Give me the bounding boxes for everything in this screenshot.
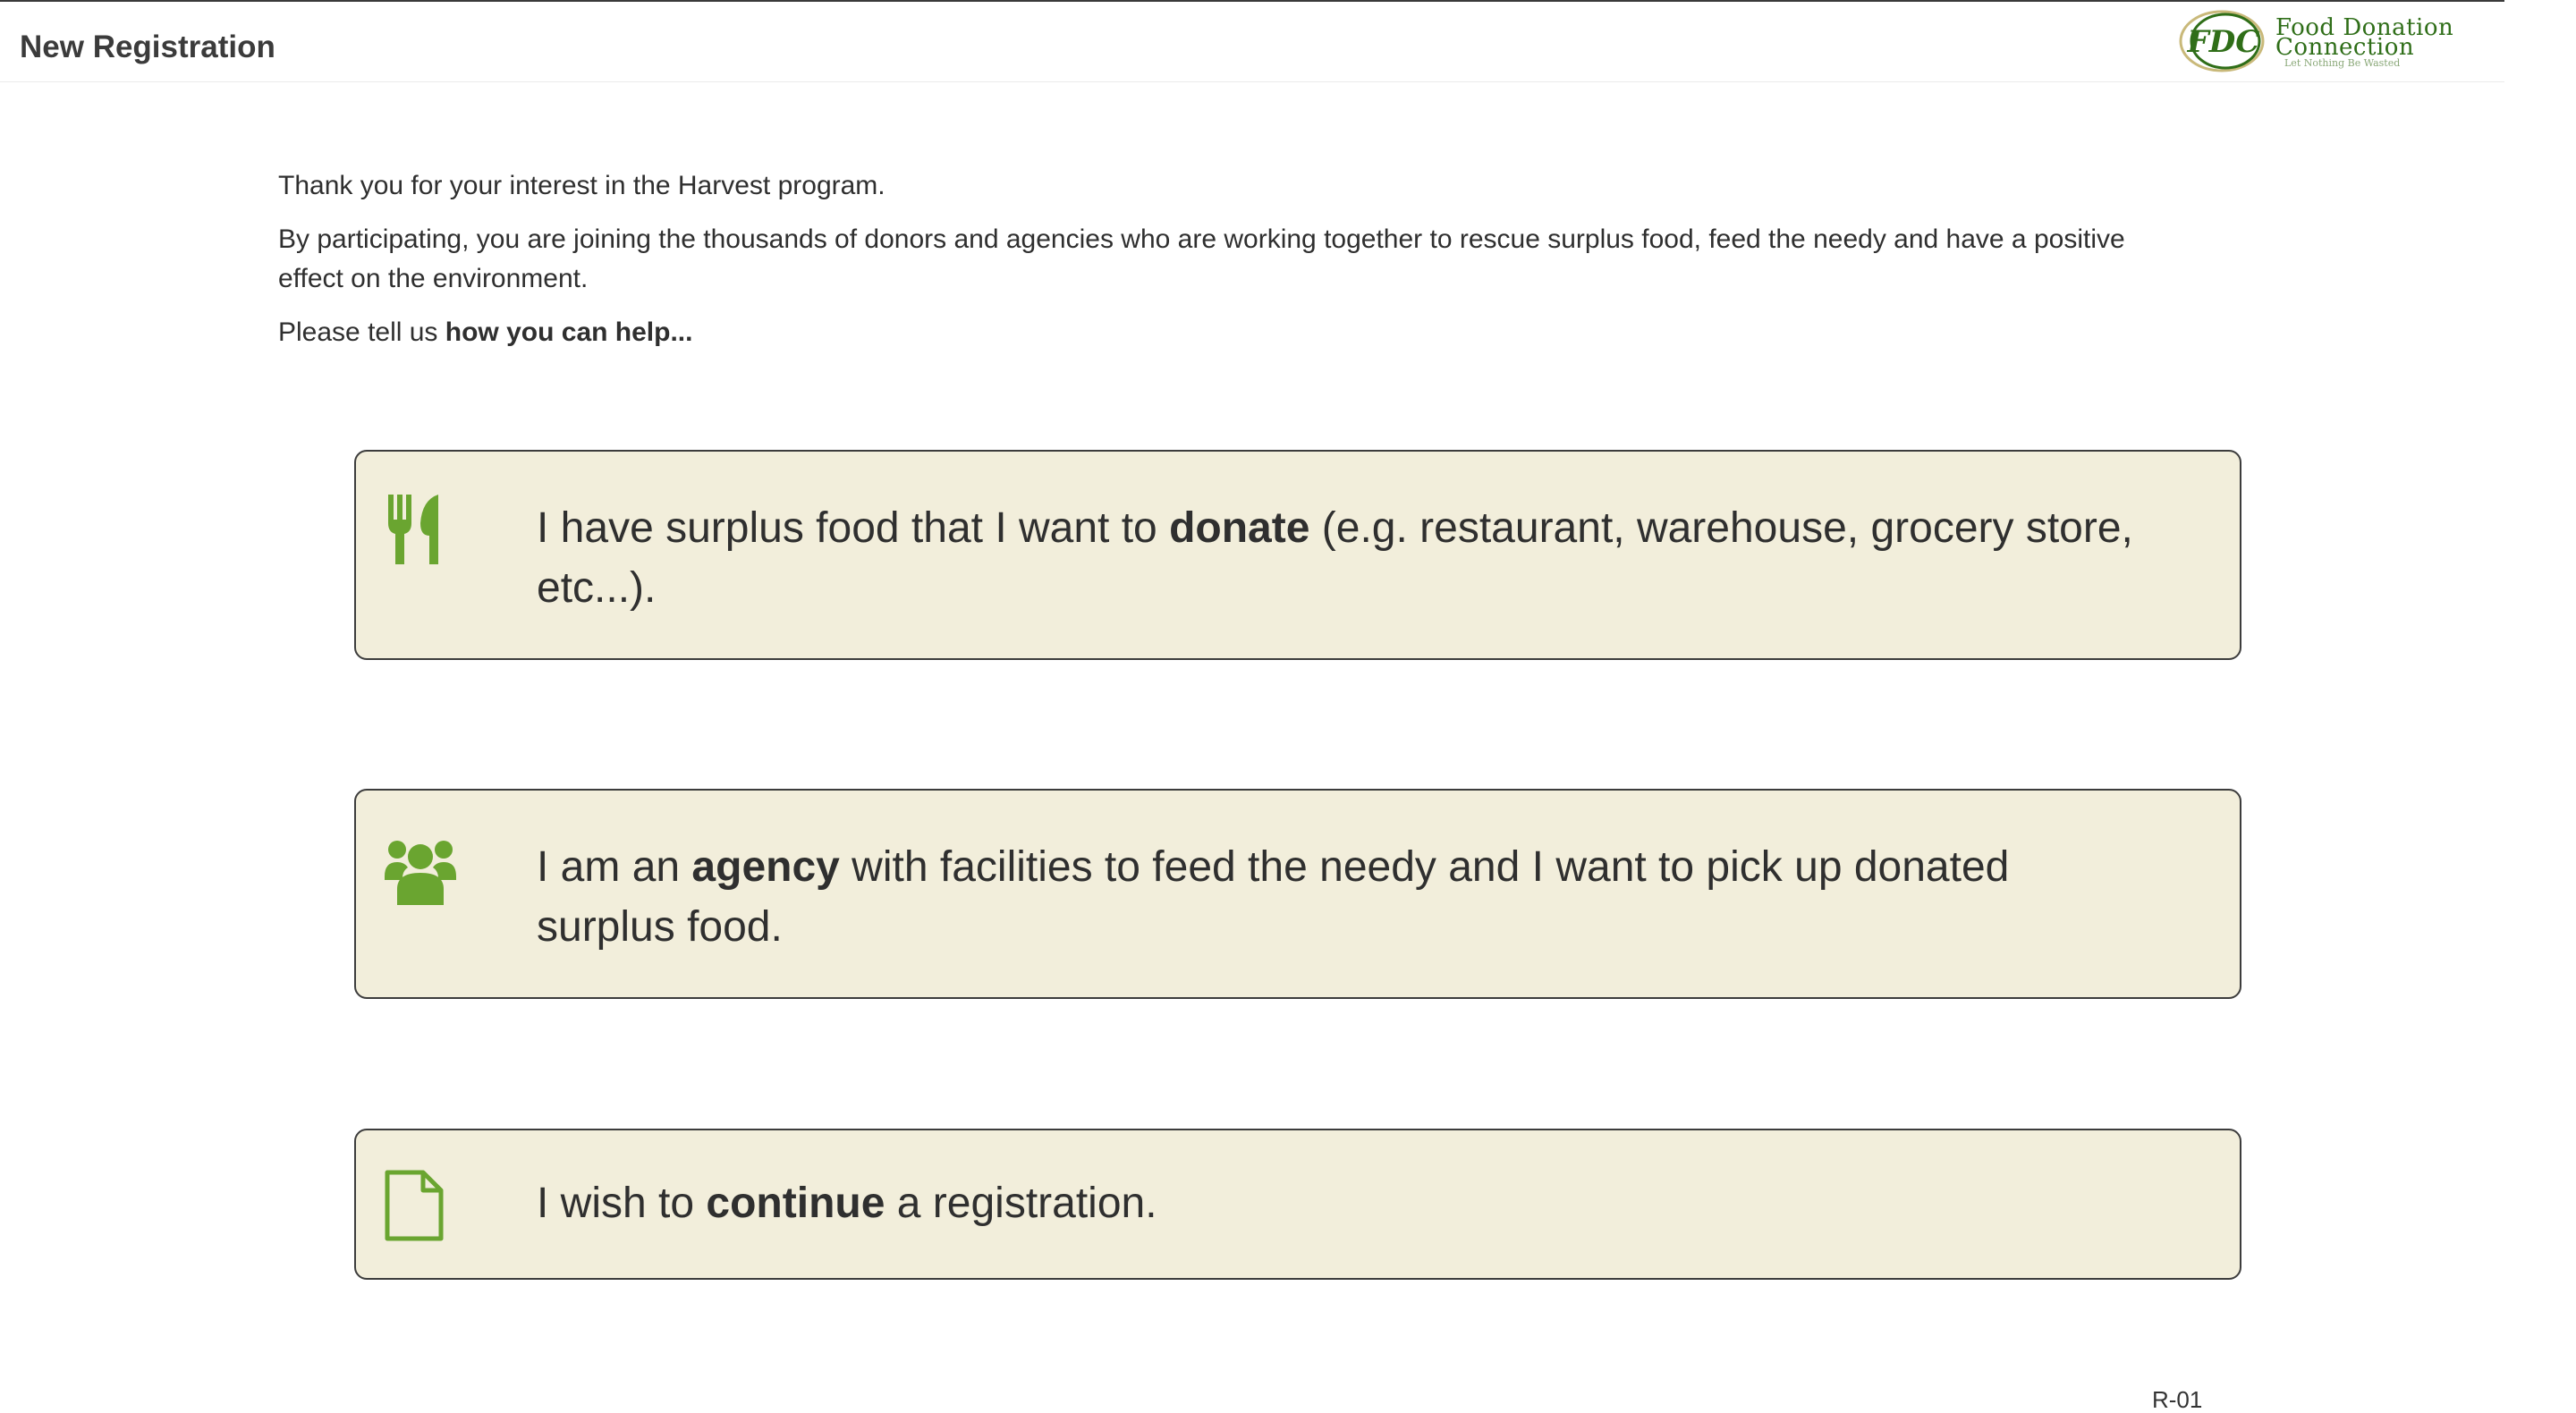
intro-prompt: Please tell us how you can help... — [278, 313, 2174, 352]
continue-registration-option-button[interactable]: I wish to continue a registration. — [354, 1129, 2241, 1280]
intro-prompt-bold: how you can help... — [445, 317, 693, 347]
intro-prompt-prefix: Please tell us — [278, 317, 445, 347]
cutlery-icon — [388, 495, 438, 564]
donate-text-bold: donate — [1169, 504, 1310, 552]
donate-option-button[interactable]: I have surplus food that I want to donat… — [354, 450, 2241, 660]
agency-text-bold: agency — [691, 843, 840, 891]
page-title: New Registration — [20, 30, 275, 64]
intro-text: Thank you for your interest in the Harve… — [278, 166, 2174, 367]
group-icon — [385, 841, 456, 905]
document-icon — [385, 1170, 444, 1241]
agency-option-button[interactable]: I am an agency with facilities to feed t… — [354, 789, 2241, 999]
donate-text-before: I have surplus food that I want to — [537, 504, 1170, 552]
logo-mark-text: FDC — [2187, 24, 2260, 60]
agency-option-label: I am an agency with facilities to feed t… — [537, 837, 2150, 957]
intro-thanks: Thank you for your interest in the Harve… — [278, 171, 886, 200]
agency-text-before: I am an — [537, 843, 692, 891]
continue-text-bold: continue — [706, 1180, 886, 1227]
intro-description: By participating, you are joining the th… — [278, 224, 2125, 293]
page-code: R-01 — [2152, 1386, 2203, 1413]
page-header: New Registration FDC Food Donation Conne… — [0, 0, 2504, 82]
continue-text-before: I wish to — [537, 1180, 707, 1227]
logo-tagline: Let Nothing Be Wasted — [2284, 57, 2401, 69]
continue-text-after: a registration. — [885, 1180, 1157, 1227]
donate-option-label: I have surplus food that I want to donat… — [537, 498, 2150, 618]
fdc-logo-mark: FDC — [2179, 10, 2265, 72]
continue-option-label: I wish to continue a registration. — [537, 1173, 2150, 1233]
fdc-logo: FDC Food Donation Connection Let Nothing… — [2175, 5, 2479, 77]
logo-wordmark: Food Donation Connection Let Nothing Be … — [2275, 16, 2453, 70]
